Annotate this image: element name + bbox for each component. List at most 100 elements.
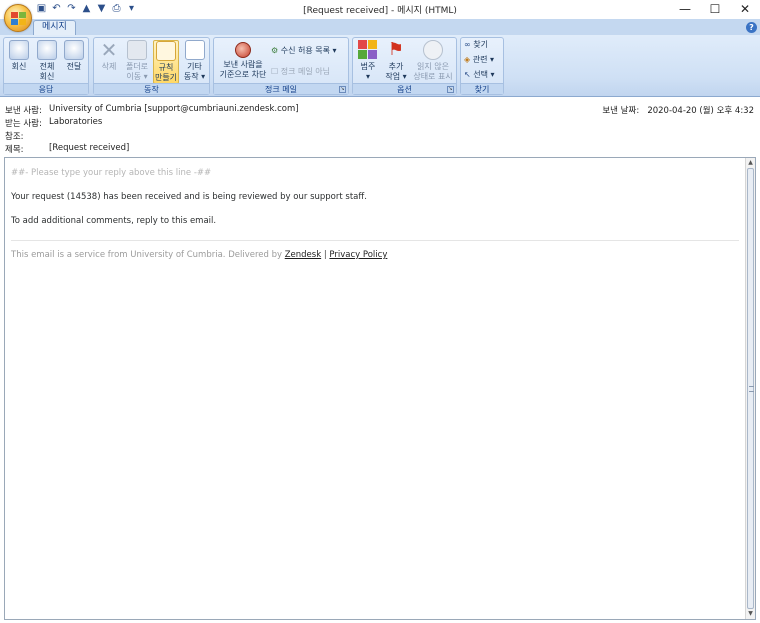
categorize-label: 범주 [360, 62, 376, 71]
mark-unread-button[interactable]: 읽지 않은 상태로 표시 [411, 40, 455, 82]
reply-all-button[interactable]: 전체 회신 [34, 40, 60, 82]
reply-label: 회신 [11, 62, 27, 71]
other-actions-button[interactable]: 기타 동작 ▾ [181, 40, 208, 82]
office-logo-icon [11, 12, 26, 25]
office-button[interactable] [4, 4, 32, 32]
forward-button[interactable]: 전달 [62, 40, 86, 72]
mark-unread-icon [423, 40, 443, 60]
safe-list-label: 수신 허용 목록 ▾ [280, 46, 337, 55]
find-button[interactable]: ∞ 찾기 [464, 39, 488, 50]
cc-row: 참조: [5, 130, 49, 142]
junk-group: 보낸 사람을 기준으로 차단 ⚙ 수신 허용 목록 ▾ ☐ 정크 메일 아님 정… [213, 37, 349, 95]
move-to-folder-button[interactable]: 폴더로 이동 ▾ [123, 40, 151, 82]
maximize-button[interactable]: ☐ [700, 0, 730, 18]
from-value[interactable]: University of Cumbria [support@cumbriaun… [49, 104, 299, 114]
subject-value: [Request received] [49, 143, 130, 153]
categorize-arrow: ▾ [365, 72, 370, 81]
sent-label: 보낸 날짜: [602, 106, 640, 116]
minimize-button[interactable]: — [670, 0, 700, 18]
message-body[interactable]: ##- Please type your reply above this li… [4, 157, 756, 620]
other-actions-label-2: 동작 ▾ [183, 72, 206, 81]
move-folder-icon [127, 40, 147, 60]
categorize-button[interactable]: 범주 ▾ [355, 40, 381, 82]
move-label-2: 이동 ▾ [126, 72, 148, 81]
find-group-label: 찾기 [461, 83, 503, 94]
tab-message[interactable]: 메시지 [33, 20, 76, 35]
block-sender-icon [235, 42, 251, 58]
follow-up-button[interactable]: ⚑ 추가 작업 ▾ [383, 40, 409, 82]
mark-unread-label-1: 읽지 않은 [417, 62, 449, 71]
create-rule-icon [156, 41, 176, 61]
options-group: 범주 ▾ ⚑ 추가 작업 ▾ 읽지 않은 상태로 표시 옵션 ↘ [352, 37, 457, 95]
close-button[interactable]: ✕ [730, 0, 760, 18]
window-controls: — ☐ ✕ [670, 0, 760, 18]
body-divider [11, 240, 739, 241]
other-actions-label-1: 기타 [187, 62, 202, 71]
help-icon[interactable]: ? [746, 22, 757, 33]
vertical-scrollbar[interactable]: ▲ ▼ [745, 158, 755, 619]
forward-label: 전달 [66, 62, 82, 71]
reply-all-icon [37, 40, 57, 60]
options-group-label: 옵션 [353, 83, 456, 94]
not-junk-icon: ☐ [271, 67, 279, 76]
to-value[interactable]: Laboratories [49, 117, 102, 127]
related-label: 관련 ▾ [472, 55, 494, 64]
reply-icon [9, 40, 29, 60]
options-dialog-launcher-icon[interactable]: ↘ [447, 86, 454, 93]
body-line-comments: To add additional comments, reply to thi… [11, 216, 217, 226]
not-junk-label: 정크 메일 아님 [280, 67, 330, 76]
to-label: 받는 사람: [5, 119, 42, 129]
to-row: 받는 사람: Laboratories [5, 117, 102, 129]
block-sender-button[interactable]: 보낸 사람을 기준으로 차단 [216, 40, 270, 80]
follow-up-label-2: 작업 ▾ [385, 72, 407, 81]
scroll-up-icon[interactable]: ▲ [746, 158, 755, 168]
junk-dialog-launcher-icon[interactable]: ↘ [339, 86, 346, 93]
sent-value: 2020-04-20 (월) 오후 4:32 [647, 106, 754, 116]
create-rule-button[interactable]: 규칙 만들기 [153, 40, 179, 84]
delete-icon: ✕ [100, 38, 118, 62]
body-line-request: Your request (14538) has been received a… [11, 192, 367, 202]
junk-group-label: 정크 메일 [214, 83, 348, 94]
message-content: ##- Please type your reply above this li… [11, 168, 739, 240]
ribbon-tab-row: 메시지 ? [0, 19, 760, 35]
select-button[interactable]: ↖ 선택 ▾ [464, 69, 495, 80]
block-sender-label-1: 보낸 사람을 [223, 60, 263, 69]
reply-line: ##- Please type your reply above this li… [11, 168, 212, 178]
scroll-thumb[interactable] [747, 168, 754, 609]
select-cursor-icon: ↖ [464, 70, 471, 79]
zendesk-link[interactable]: Zendesk [285, 250, 321, 260]
categorize-icon [358, 40, 378, 60]
create-rule-label-1: 규칙 [158, 63, 174, 72]
forward-icon [64, 40, 84, 60]
create-rule-label-2: 만들기 [154, 73, 178, 82]
title-bar: ▣ ↶ ↷ ▲ ▼ ⎙ ▾ [Request received] - 메시지 (… [0, 0, 760, 19]
other-actions-icon [184, 40, 205, 60]
mark-unread-label-2: 상태로 표시 [413, 72, 453, 81]
move-label-1: 폴더로 [125, 62, 149, 71]
actions-group: ✕ 삭제 폴더로 이동 ▾ 규칙 만들기 기타 동작 ▾ 동작 [93, 37, 210, 95]
privacy-policy-link[interactable]: Privacy Policy [329, 250, 387, 260]
respond-group-label: 응답 [4, 83, 88, 94]
actions-group-label: 동작 [94, 83, 209, 94]
body-footer: This email is a service from University … [11, 250, 387, 260]
delete-button[interactable]: ✕ 삭제 [97, 40, 121, 72]
find-label: 찾기 [473, 40, 488, 49]
subject-row: 제목: [Request received] [5, 143, 129, 155]
safe-list-icon: ⚙ [271, 46, 279, 55]
related-button[interactable]: ◈ 관련 ▾ [464, 54, 494, 65]
select-label: 선택 ▾ [473, 70, 495, 79]
scroll-grip-icon [749, 386, 754, 392]
follow-up-label-1: 추가 [388, 62, 404, 71]
find-group: ∞ 찾기 ◈ 관련 ▾ ↖ 선택 ▾ 찾기 [460, 37, 504, 95]
binoculars-icon: ∞ [464, 40, 471, 49]
block-sender-label-2: 기준으로 차단 [219, 70, 267, 79]
from-label: 보낸 사람: [5, 106, 42, 116]
ribbon: 회신 전체 회신 전달 응답 ✕ 삭제 폴더로 이동 ▾ 규칙 만들기 기타 동… [0, 35, 760, 97]
footer-text: This email is a service from University … [11, 250, 283, 260]
safe-list-button[interactable]: ⚙ 수신 허용 목록 ▾ [271, 45, 337, 56]
not-junk-button[interactable]: ☐ 정크 메일 아님 [271, 66, 330, 77]
scroll-down-icon[interactable]: ▼ [746, 609, 755, 619]
window-title: [Request received] - 메시지 (HTML) [303, 6, 457, 16]
reply-button[interactable]: 회신 [7, 40, 31, 72]
related-icon: ◈ [464, 55, 471, 64]
